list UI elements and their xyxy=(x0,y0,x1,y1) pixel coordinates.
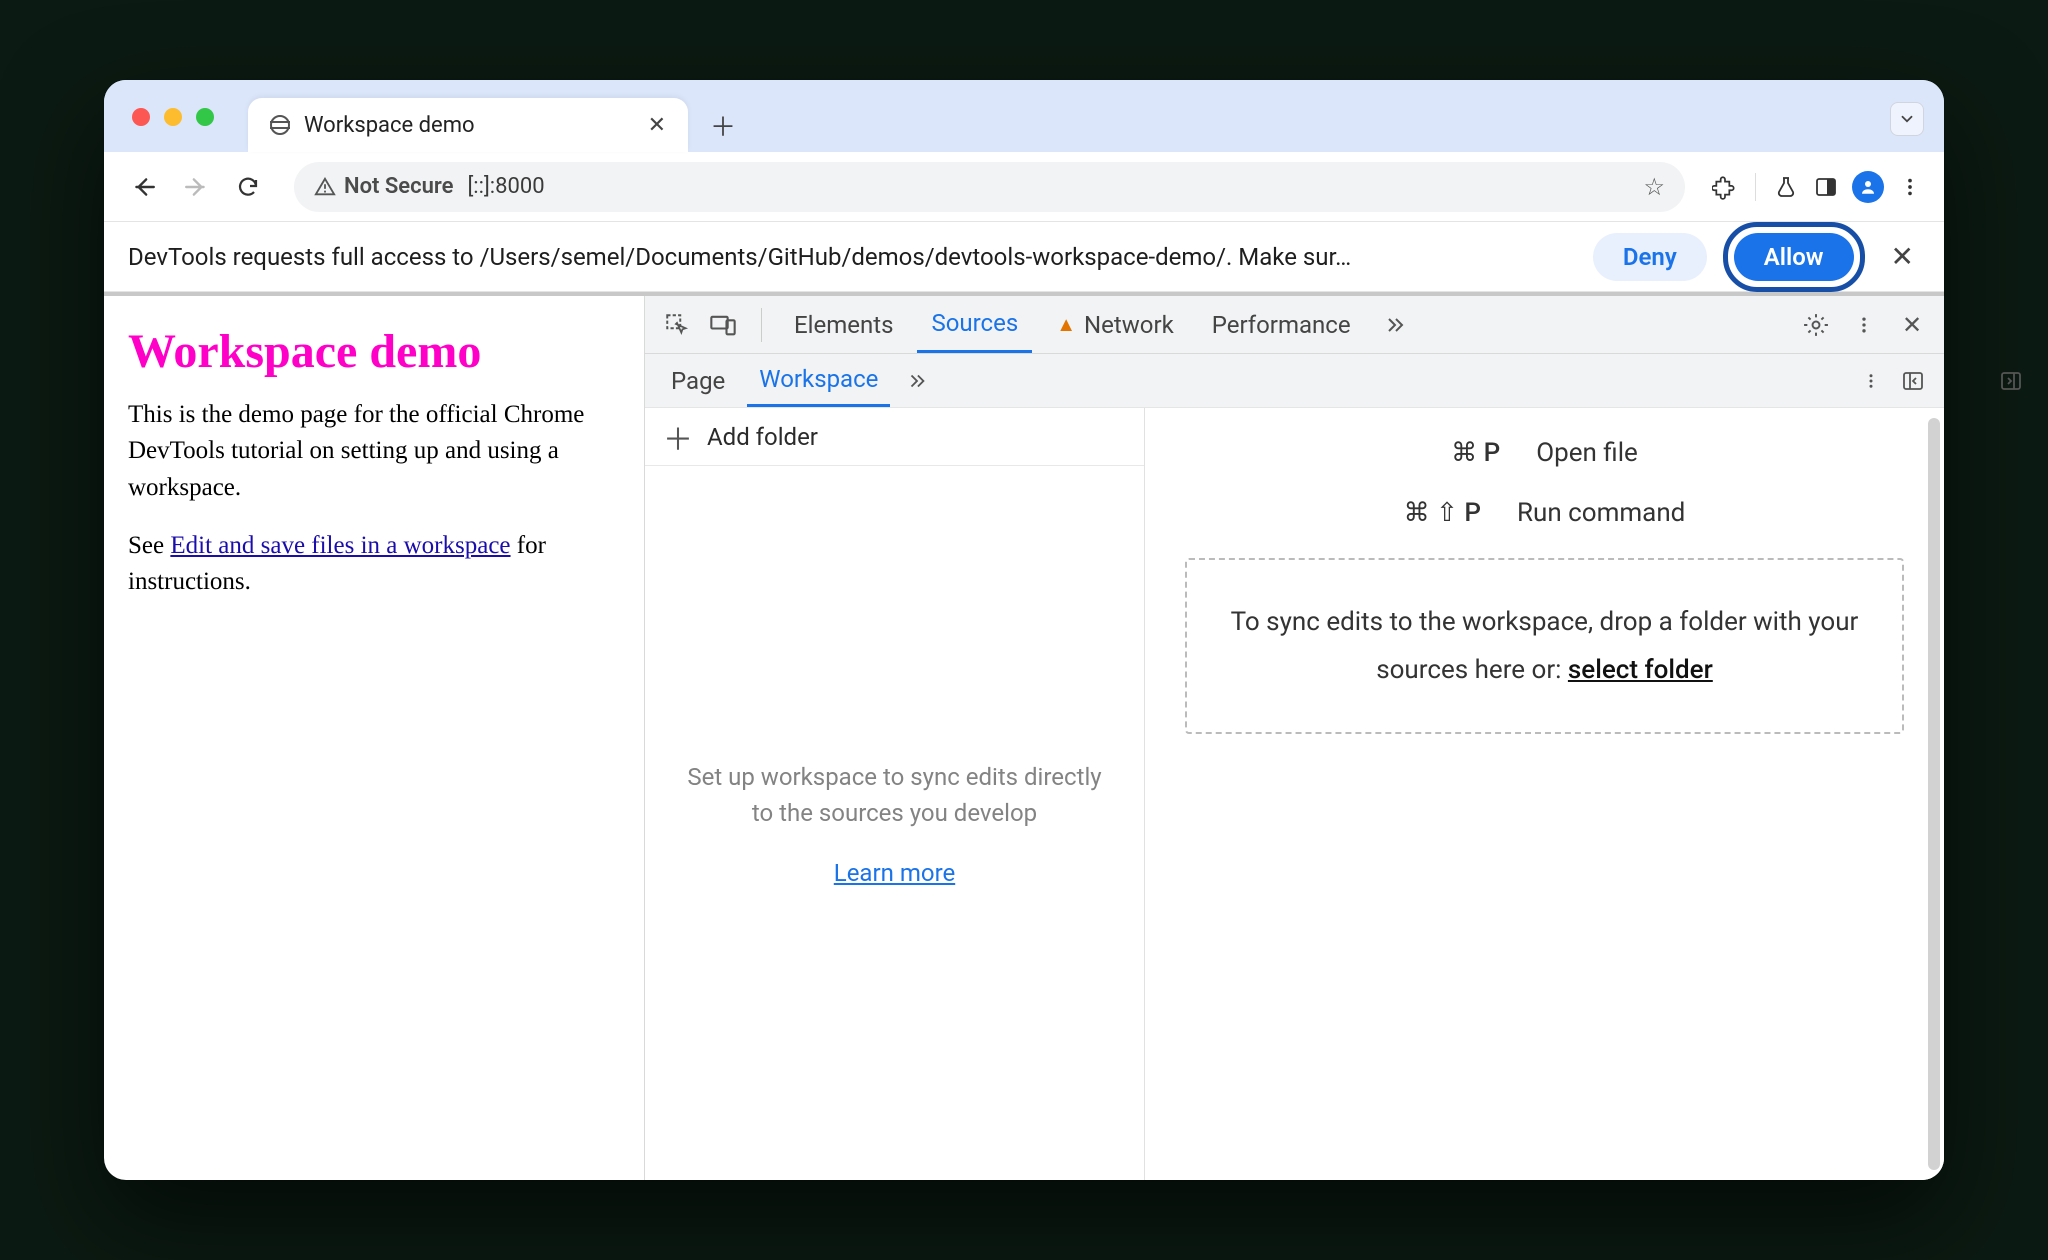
shortcut-run-command: ⌘ ⇧ P Run command xyxy=(1185,498,1904,528)
editor-pane: ⌘ P Open file ⌘ ⇧ P Run command To sync … xyxy=(1145,408,1944,1180)
flask-icon xyxy=(1774,175,1798,199)
chrome-menu-button[interactable] xyxy=(1896,173,1924,201)
shortcut-open-file: ⌘ P Open file xyxy=(1185,438,1904,468)
security-label: Not Secure xyxy=(344,174,453,199)
window-zoom-button[interactable] xyxy=(196,108,214,126)
panel-left-icon xyxy=(1901,369,1925,393)
forward-button[interactable] xyxy=(176,167,216,207)
editor-scrollbar[interactable] xyxy=(1928,418,1940,1170)
drop-zone[interactable]: To sync edits to the workspace, drop a f… xyxy=(1185,558,1904,734)
toolbar-divider xyxy=(1755,173,1756,201)
tutorial-link[interactable]: Edit and save files in a workspace xyxy=(170,532,510,559)
kbd-open-file: ⌘ P xyxy=(1451,438,1500,468)
webpage-viewport: Workspace demo This is the demo page for… xyxy=(104,296,644,1180)
page-paragraph-2: See Edit and save files in a workspace f… xyxy=(128,528,620,601)
subtab-page[interactable]: Page xyxy=(659,354,737,407)
tab-network[interactable]: ▲ Network xyxy=(1042,296,1188,353)
close-icon[interactable]: ✕ xyxy=(648,113,666,138)
inspect-element-button[interactable] xyxy=(657,305,697,345)
arrow-left-icon xyxy=(131,174,157,200)
inspect-icon xyxy=(664,312,690,338)
warning-icon: ▲ xyxy=(1056,312,1076,337)
gear-icon xyxy=(1803,312,1829,338)
browser-tab[interactable]: Workspace demo ✕ xyxy=(248,98,688,152)
add-folder-button[interactable]: ＋ Add folder xyxy=(645,408,1144,466)
more-subtabs-button[interactable] xyxy=(900,364,934,398)
subtab-workspace[interactable]: Workspace xyxy=(747,354,890,407)
close-icon: ✕ xyxy=(1902,311,1922,339)
devtools-panel: Elements Sources ▲ Network Performance xyxy=(644,296,1944,1180)
labs-button[interactable] xyxy=(1772,173,1800,201)
bookmark-button[interactable]: ☆ xyxy=(1643,173,1665,201)
tab-strip: Workspace demo ✕ ＋ xyxy=(104,80,1944,152)
more-tabs-button[interactable] xyxy=(1375,305,1415,345)
puzzle-icon xyxy=(1712,174,1738,200)
drop-hint: To sync edits to the workspace, drop a f… xyxy=(1231,607,1859,685)
devtools-main-tabs: Elements Sources ▲ Network Performance xyxy=(645,296,1944,354)
mac-traffic-lights xyxy=(122,108,238,152)
content-area: Workspace demo This is the demo page for… xyxy=(104,292,1944,1180)
window-minimize-button[interactable] xyxy=(164,108,182,126)
run-command-label: Run command xyxy=(1517,498,1685,528)
profile-button[interactable] xyxy=(1852,171,1884,203)
allow-button[interactable]: Allow xyxy=(1734,233,1854,281)
extensions-button[interactable] xyxy=(1711,173,1739,201)
settings-button[interactable] xyxy=(1796,305,1836,345)
navigator-hint: Set up workspace to sync edits directly … xyxy=(685,759,1104,831)
chevron-down-icon xyxy=(1898,110,1916,128)
reload-button[interactable] xyxy=(228,167,268,207)
devtools-close-button[interactable]: ✕ xyxy=(1892,305,1932,345)
open-file-label: Open file xyxy=(1536,438,1638,468)
permission-message: DevTools requests full access to /Users/… xyxy=(128,243,1577,271)
browser-toolbar: Not Secure [::]:8000 ☆ xyxy=(104,152,1944,222)
devices-icon xyxy=(709,311,737,339)
kebab-icon xyxy=(1854,315,1874,335)
reload-icon xyxy=(236,175,260,199)
navigator-empty-state: Set up workspace to sync edits directly … xyxy=(645,466,1144,1180)
page-heading: Workspace demo xyxy=(128,324,620,379)
browser-window: Workspace demo ✕ ＋ Not Secure xyxy=(104,80,1944,1180)
arrow-right-icon xyxy=(183,174,209,200)
tab-title: Workspace demo xyxy=(304,113,634,138)
deny-button[interactable]: Deny xyxy=(1593,233,1707,281)
navigator-menu-button[interactable] xyxy=(1854,364,1888,398)
kebab-icon xyxy=(1899,176,1921,198)
warning-triangle-icon xyxy=(314,176,336,198)
security-chip[interactable]: Not Secure xyxy=(314,174,453,199)
new-tab-button[interactable]: ＋ xyxy=(704,106,742,144)
kbd-run-command: ⌘ ⇧ P xyxy=(1404,498,1481,528)
page-paragraph-1: This is the demo page for the official C… xyxy=(128,397,620,506)
device-toolbar-button[interactable] xyxy=(703,305,743,345)
side-panel-button[interactable] xyxy=(1812,173,1840,201)
sources-body: ＋ Add folder Set up workspace to sync ed… xyxy=(645,408,1944,1180)
kebab-icon xyxy=(1862,372,1880,390)
learn-more-link[interactable]: Learn more xyxy=(834,859,955,887)
window-close-button[interactable] xyxy=(132,108,150,126)
chevron-double-right-icon xyxy=(906,370,928,392)
tab-list-button[interactable] xyxy=(1890,102,1924,136)
omnibox[interactable]: Not Secure [::]:8000 ☆ xyxy=(294,162,1685,212)
chevron-double-right-icon xyxy=(1383,313,1407,337)
select-folder-link[interactable]: select folder xyxy=(1568,655,1713,685)
tab-performance[interactable]: Performance xyxy=(1198,296,1365,353)
tab-elements[interactable]: Elements xyxy=(780,296,907,353)
globe-icon xyxy=(270,115,290,135)
infobar-close-button[interactable]: ✕ xyxy=(1881,240,1920,273)
back-button[interactable] xyxy=(124,167,164,207)
plus-icon: ＋ xyxy=(663,415,693,459)
devtools-menu-button[interactable] xyxy=(1844,305,1884,345)
sources-subtabs: Page Workspace xyxy=(645,354,1944,408)
hide-navigator-button[interactable] xyxy=(1896,364,1930,398)
allow-button-highlight: Allow xyxy=(1723,222,1865,292)
workspace-navigator: ＋ Add folder Set up workspace to sync ed… xyxy=(645,408,1145,1180)
tab-sources[interactable]: Sources xyxy=(917,296,1032,353)
panel-icon xyxy=(1814,175,1838,199)
url-text: [::]:8000 xyxy=(467,174,1629,199)
person-icon xyxy=(1859,178,1877,196)
permission-infobar: DevTools requests full access to /Users/… xyxy=(104,222,1944,292)
